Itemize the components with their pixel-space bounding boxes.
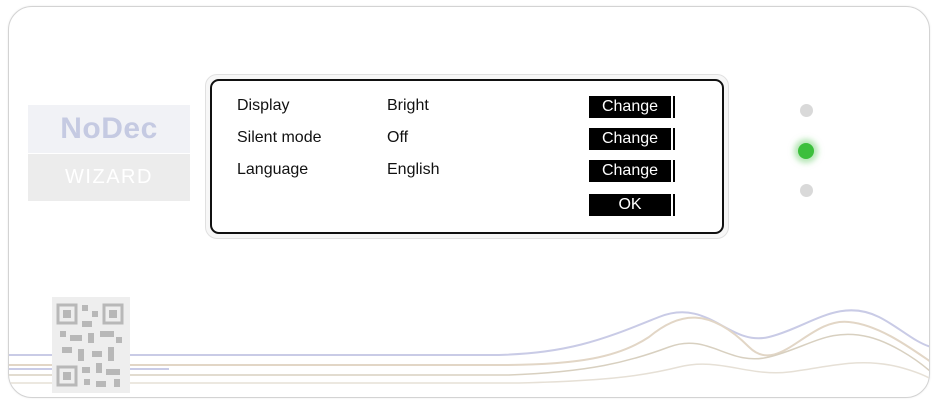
settings-display: Display Bright Change Silent mode Off Ch… xyxy=(210,79,724,234)
decorative-waves xyxy=(9,309,929,384)
status-led-active xyxy=(798,143,814,159)
display-label: Display xyxy=(237,97,290,114)
logo-brand: NoDec xyxy=(28,105,190,153)
status-led-top xyxy=(800,104,813,117)
display-value: Bright xyxy=(387,97,429,114)
logo-subtitle: WIZARD xyxy=(28,154,190,201)
device-panel: NoDec WIZARD Display Bright Change Silen… xyxy=(8,6,930,398)
nodec-wizard-logo: NoDec WIZARD xyxy=(28,105,190,201)
qr-code-icon xyxy=(52,297,130,393)
ok-button[interactable]: OK xyxy=(589,194,673,216)
change-display-button[interactable]: Change xyxy=(589,96,673,118)
silent-mode-value: Off xyxy=(387,129,409,146)
language-value: English xyxy=(387,161,440,178)
settings-screen: Display Bright Change Silent mode Off Ch… xyxy=(205,74,729,239)
language-label: Language xyxy=(237,161,309,178)
status-led-bottom xyxy=(800,184,813,197)
change-silent-mode-button[interactable]: Change xyxy=(589,128,673,150)
silent-mode-label: Silent mode xyxy=(237,129,322,146)
change-language-button[interactable]: Change xyxy=(589,160,673,182)
